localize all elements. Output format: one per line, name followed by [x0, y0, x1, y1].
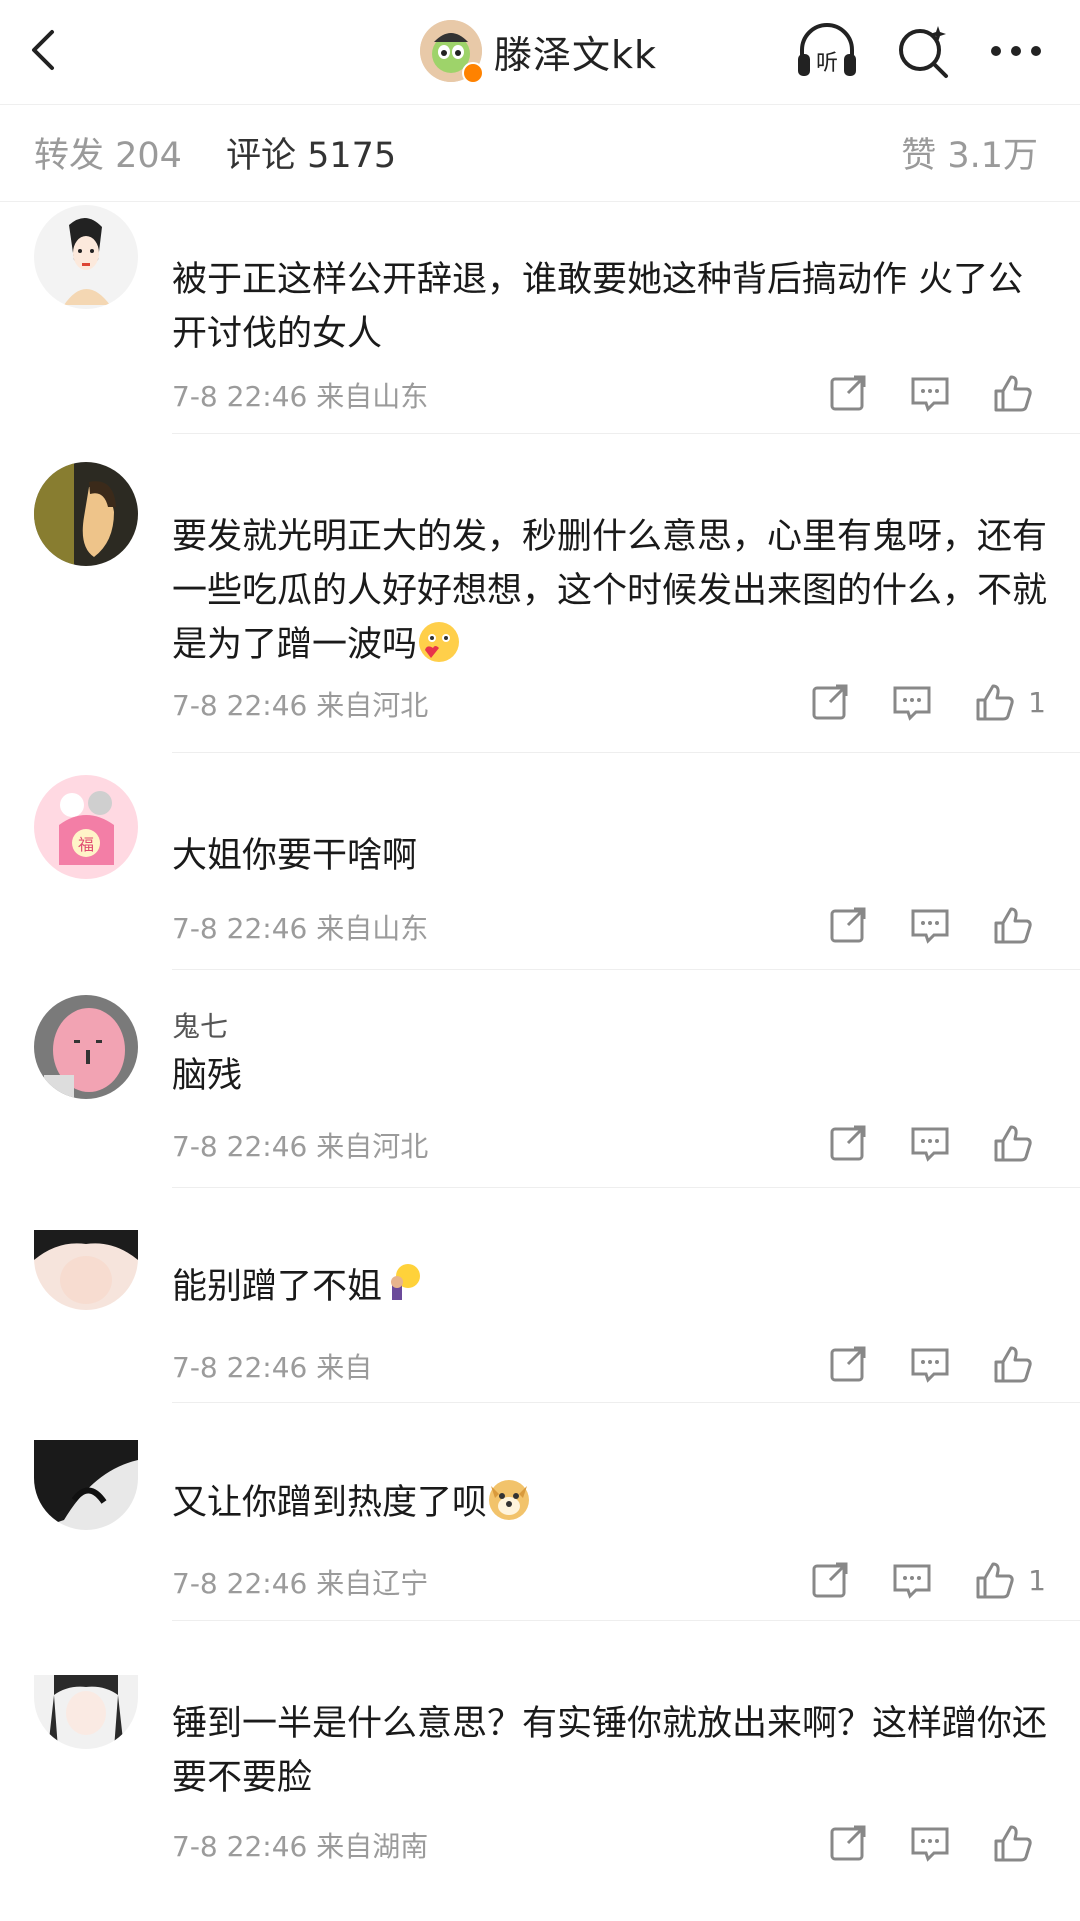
comment-location: 来自 — [316, 1351, 373, 1384]
comment-time: 7-8 22:46 — [172, 689, 308, 722]
back-arrow-icon[interactable] — [22, 26, 70, 74]
comment-icon[interactable] — [890, 680, 934, 724]
thumbs-up-icon[interactable] — [990, 1121, 1034, 1165]
avatar[interactable] — [34, 462, 138, 566]
profile-title[interactable]: 滕泽文kk — [420, 18, 657, 84]
verified-badge-icon — [462, 62, 484, 84]
comment-meta: 7-8 22:46 来自 — [172, 1346, 372, 1386]
comment-actions — [788, 1121, 1046, 1165]
tab-comment[interactable]: 评论 5175 — [226, 127, 396, 178]
thumbs-up-icon[interactable] — [990, 371, 1034, 415]
share-icon[interactable] — [808, 1558, 852, 1602]
comment-location: 来自山东 — [316, 380, 429, 413]
avatar[interactable] — [34, 1230, 138, 1310]
comment-actions — [788, 371, 1046, 415]
avatar[interactable] — [34, 205, 138, 309]
share-icon[interactable] — [826, 1821, 870, 1865]
avatar[interactable]: 福 — [34, 775, 138, 879]
share-icon[interactable] — [826, 1342, 870, 1386]
thumbs-up-icon[interactable] — [990, 1342, 1034, 1386]
comment-meta: 7-8 22:46 来自河北 — [172, 1125, 428, 1165]
blush-heart-emoji-icon — [417, 620, 461, 664]
avatar[interactable] — [34, 1675, 138, 1749]
divider — [172, 433, 1080, 434]
comment-location: 来自河北 — [316, 1130, 429, 1163]
thumbs-up-icon[interactable] — [990, 1821, 1034, 1865]
comment-location: 来自河北 — [316, 689, 429, 722]
profile-avatar[interactable] — [420, 20, 484, 84]
comment-meta: 7-8 22:46 来自山东 — [172, 375, 428, 415]
comment-time: 7-8 22:46 — [172, 1351, 308, 1384]
share-icon[interactable] — [808, 680, 852, 724]
comment-time: 7-8 22:46 — [172, 1830, 308, 1863]
thumbs-up-icon[interactable] — [972, 1558, 1016, 1602]
comment-location: 来自辽宁 — [316, 1567, 429, 1600]
comment-icon[interactable] — [908, 903, 952, 947]
comment-icon[interactable] — [890, 1558, 934, 1602]
comment-actions — [788, 903, 1046, 947]
avatar[interactable] — [34, 995, 138, 1099]
search-icon[interactable] — [888, 18, 958, 84]
share-icon[interactable] — [826, 371, 870, 415]
thumbs-up-icon[interactable] — [990, 903, 1034, 947]
comment-text: 大姐你要干啥啊 — [172, 836, 418, 876]
comment-icon[interactable] — [908, 1121, 952, 1165]
tab-bar: 转发 204 评论 5175 赞 3.1万 — [0, 104, 1080, 202]
comment-icon[interactable] — [908, 1342, 952, 1386]
comment-location: 来自山东 — [316, 912, 429, 945]
user-name[interactable]: 鬼七 — [172, 1005, 228, 1045]
headphones-icon[interactable]: 听 — [792, 18, 862, 84]
like-count: 1 — [1028, 1563, 1046, 1597]
comment-icon[interactable] — [908, 371, 952, 415]
comment-actions — [788, 1821, 1046, 1865]
comment-text: 锤到一半是什么意思？有实锤你就放出来啊？这样蹭你还要不要脸 — [172, 1704, 1048, 1798]
comment-text: 能别蹭了不姐 — [172, 1260, 1052, 1314]
more-icon[interactable] — [982, 18, 1052, 84]
avatar[interactable] — [34, 1440, 138, 1530]
comment-icon[interactable] — [908, 1821, 952, 1865]
comment-time: 7-8 22:46 — [172, 380, 308, 413]
comment-meta: 7-8 22:46 来自河北 — [172, 684, 428, 724]
tab-repost[interactable]: 转发 204 — [34, 127, 182, 178]
profile-name: 滕泽文kk — [494, 32, 658, 77]
svg-text:福: 福 — [78, 835, 94, 854]
comment-actions: 1 — [770, 1558, 1046, 1602]
comment-time: 7-8 22:46 — [172, 912, 308, 945]
share-icon[interactable] — [826, 903, 870, 947]
comment-text: 又让你蹭到热度了呗 — [172, 1476, 1052, 1530]
svg-text:听: 听 — [816, 51, 838, 76]
top-nav-bar: 滕泽文kk 听 — [0, 0, 1080, 104]
comment-time: 7-8 22:46 — [172, 1567, 308, 1600]
tab-like[interactable]: 赞 3.1万 — [901, 127, 1038, 178]
like-count: 1 — [1028, 685, 1046, 719]
divider — [172, 1187, 1080, 1188]
comment-meta: 7-8 22:46 来自湖南 — [172, 1825, 428, 1865]
divider — [172, 969, 1080, 970]
thumbs-up-icon[interactable] — [972, 680, 1016, 724]
comment-actions: 1 — [770, 680, 1046, 724]
comment-text: 要发就光明正大的发，秒删什么意思，心里有鬼呀，还有一些吃瓜的人好好想想，这个时候… — [172, 517, 1048, 665]
divider — [172, 752, 1080, 753]
comment-meta: 7-8 22:46 来自辽宁 — [172, 1562, 428, 1602]
comment-meta: 7-8 22:46 来自山东 — [172, 907, 428, 947]
comment-time: 7-8 22:46 — [172, 1130, 308, 1163]
comment-actions — [788, 1342, 1046, 1386]
comment-text: 脑残 — [172, 1056, 243, 1096]
comment-text: 被于正这样公开辞退，谁敢要她这种背后搞动作 火了公开讨伐的女人 — [172, 260, 1024, 354]
lightbulb-emoji-icon — [382, 1262, 426, 1306]
comment-location: 来自湖南 — [316, 1830, 429, 1863]
divider — [172, 1402, 1080, 1403]
share-icon[interactable] — [826, 1121, 870, 1165]
doge-emoji-icon — [487, 1478, 531, 1522]
divider — [172, 1620, 1080, 1621]
